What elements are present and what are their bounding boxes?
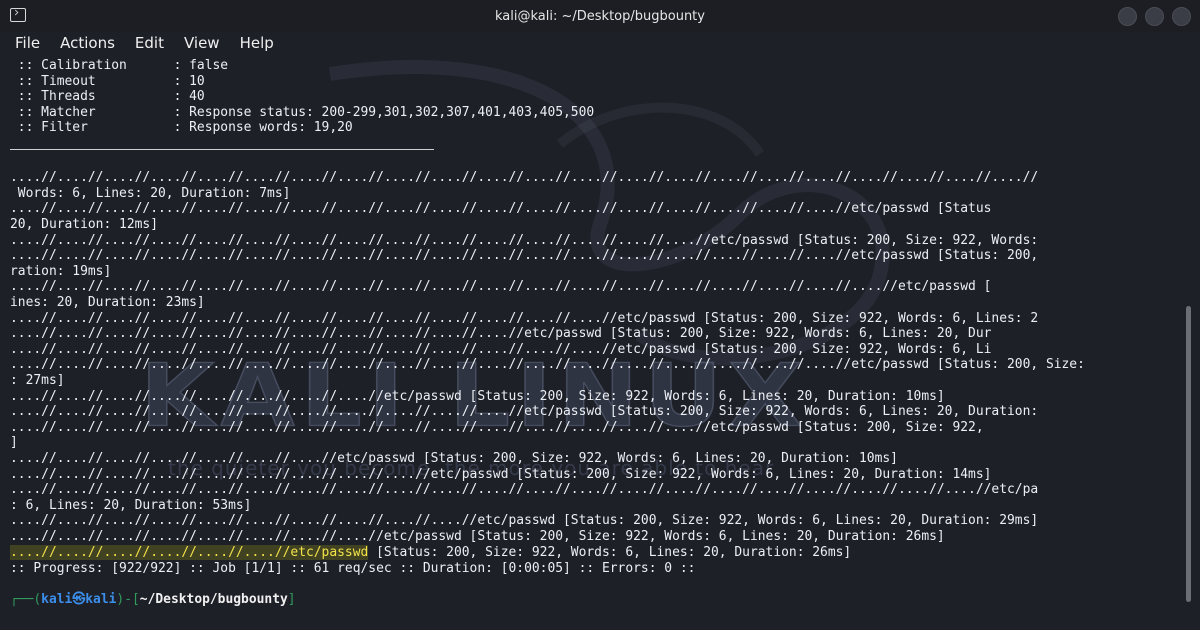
separator-line: [10, 149, 434, 150]
result-line: ....//....//....//....//....//....//....…: [10, 201, 992, 217]
result-line: ....//....//....//....//....//....//....…: [10, 310, 1039, 326]
result-line: ....//....//....//....//....//....//....…: [10, 326, 992, 342]
result-line: ....//....//....//....//....//....//....…: [10, 419, 984, 435]
prompt-frame-right: ]: [287, 592, 296, 607]
menu-file[interactable]: File: [15, 34, 40, 52]
highlighted-result-line: ....//....//....//....//....//....//etc/…: [10, 545, 851, 561]
result-line: ....//....//....//....//....//....//....…: [10, 466, 992, 482]
result-line: Words: 6, Lines: 20, Duration: 7ms]: [10, 185, 291, 201]
close-button[interactable]: [1172, 7, 1191, 26]
result-line: ....//....//....//....//....//....//....…: [10, 404, 1039, 420]
highlighted-result-status: [Status: 200, Size: 922, Words: 6, Lines…: [368, 545, 852, 560]
prompt-frame-mid: )-[: [116, 592, 140, 607]
result-line: ration: 19ms]: [10, 263, 112, 279]
menu-edit[interactable]: Edit: [135, 34, 164, 52]
result-line: ....//....//....//....//....//....//....…: [10, 170, 1039, 186]
prompt-at-symbol: ㉿: [72, 592, 86, 607]
result-line: ....//....//....//....//....//....//....…: [10, 451, 898, 466]
menu-view[interactable]: View: [184, 34, 220, 52]
prompt-path: ~/Desktop/bugbounty: [139, 592, 288, 607]
menu-bar: File Actions Edit View Help: [0, 32, 1200, 54]
result-line: ]: [10, 435, 18, 451]
result-line: ....//....//....//....//....//....//....…: [10, 513, 1039, 529]
result-line: ....//....//....//....//....//....//....…: [10, 388, 945, 404]
shell-prompt: ┌──(kali㉿kali)-[~/Desktop/bugbounty]: [10, 592, 296, 608]
config-line-calibration: :: Calibration : false: [10, 58, 229, 73]
prompt-host: kali: [85, 592, 117, 607]
maximize-button[interactable]: [1145, 7, 1164, 26]
scrollbar[interactable]: [1186, 306, 1191, 602]
config-line-threads: :: Threads : 40: [10, 89, 205, 105]
config-line-matcher: :: Matcher : Response status: 200-299,30…: [10, 104, 595, 120]
progress-line: :: Progress: [922/922] :: Job [1/1] :: 6…: [10, 560, 696, 576]
result-line: : 6, Lines: 20, Duration: 53ms]: [10, 497, 252, 513]
terminal-icon: [10, 8, 26, 22]
result-line: : 27ms]: [10, 373, 65, 388]
menu-help[interactable]: Help: [240, 34, 274, 52]
highlighted-path: ....//....//....//....//....//....//etc/…: [10, 545, 369, 560]
result-line: ines: 20, Duration: 23ms]: [10, 295, 205, 310]
result-line: ....//....//....//....//....//....//....…: [10, 529, 945, 544]
result-line: ....//....//....//....//....//....//....…: [10, 341, 992, 357]
title-bar[interactable]: kali@kali: ~/Desktop/bugbounty: [0, 0, 1200, 32]
menu-actions[interactable]: Actions: [60, 34, 115, 52]
result-line: ....//....//....//....//....//....//....…: [10, 248, 1039, 264]
terminal-window: kali@kali: ~/Desktop/bugbounty File Acti…: [0, 0, 1200, 630]
terminal-output[interactable]: :: Calibration : false :: Timeout : 10 :…: [0, 58, 1200, 630]
config-line-filter: :: Filter : Response words: 19,20: [10, 120, 353, 136]
prompt-frame-left: ┌──(: [10, 592, 42, 607]
minimize-button[interactable]: [1118, 7, 1137, 26]
result-line: 20, Duration: 12ms]: [10, 217, 158, 232]
prompt-user: kali: [41, 592, 73, 607]
result-line: ....//....//....//....//....//....//....…: [10, 232, 1039, 248]
config-line-timeout: :: Timeout : 10: [10, 73, 205, 89]
result-line: ....//....//....//....//....//....//....…: [10, 279, 992, 295]
result-line: ....//....//....//....//....//....//....…: [10, 357, 1085, 373]
window-title: kali@kali: ~/Desktop/bugbounty: [495, 8, 705, 24]
result-line: ....//....//....//....//....//....//....…: [10, 482, 1039, 498]
